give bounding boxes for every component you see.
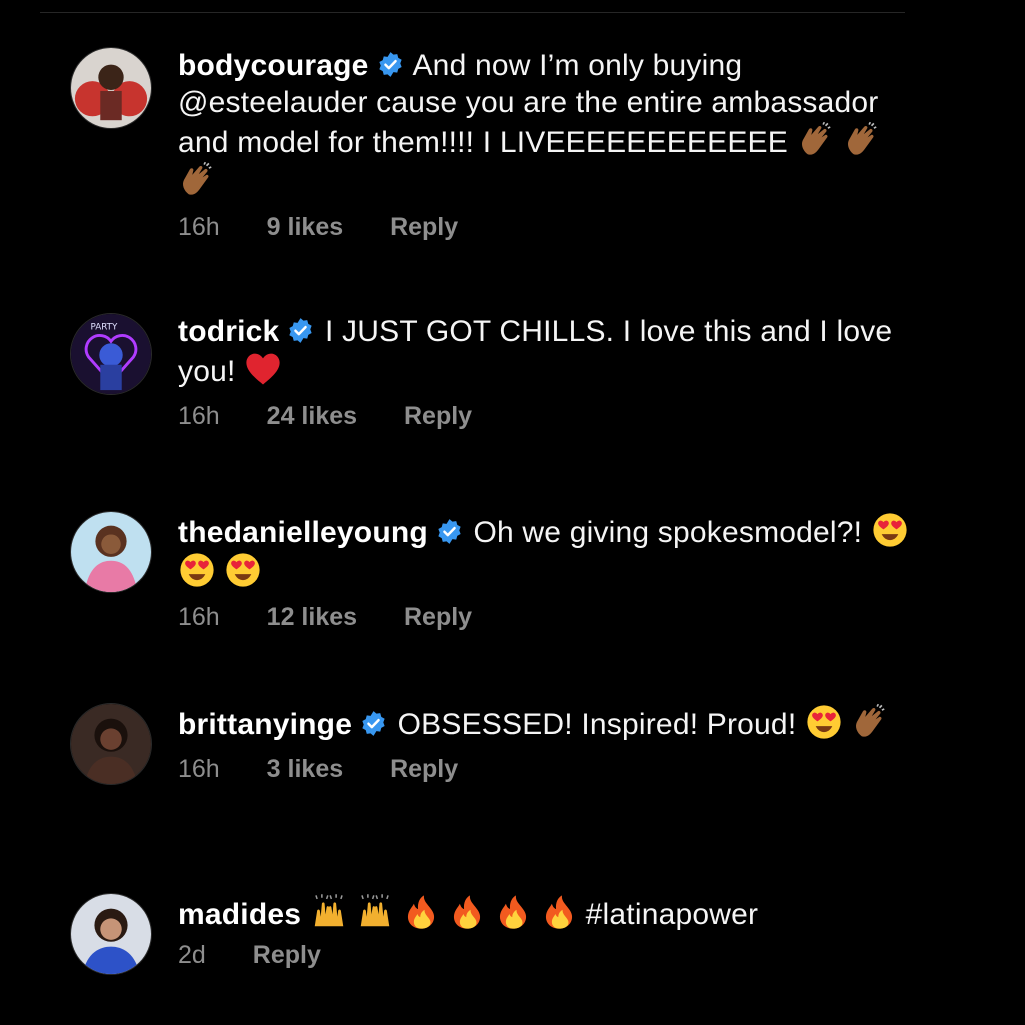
- comment-time: 16h: [178, 213, 220, 241]
- username[interactable]: madides: [178, 898, 301, 931]
- comment-text: I JUST GOT CHILLS. I love this and I lov…: [178, 315, 893, 388]
- clapping-hands-icon: [178, 161, 216, 199]
- avatar[interactable]: [70, 703, 152, 785]
- fire-icon: [402, 893, 440, 931]
- heart-eyes-icon: [805, 703, 843, 741]
- username[interactable]: bodycourage: [178, 49, 369, 82]
- heart-eyes-icon: [871, 511, 909, 549]
- raising-hands-icon: [310, 893, 348, 931]
- raising-hands-icon: [356, 893, 394, 931]
- verified-badge-icon: [377, 50, 404, 77]
- comment-text: OBSESSED! Inspired! Proud!: [397, 708, 797, 741]
- avatar[interactable]: [70, 47, 152, 129]
- clapping-hands-icon: [843, 121, 881, 159]
- svg-text:PARTY: PARTY: [91, 323, 119, 333]
- comment-time: 16h: [178, 755, 220, 783]
- likes-count[interactable]: 12 likes: [267, 603, 357, 632]
- comment-time: 16h: [178, 603, 220, 631]
- clapping-hands-icon: [797, 121, 835, 159]
- likes-count[interactable]: 9 likes: [267, 213, 343, 242]
- hashtag-link[interactable]: #latinapower: [586, 898, 759, 931]
- heart-eyes-icon: [224, 551, 262, 589]
- comment-text: Oh we giving spokesmodel?!: [473, 516, 863, 549]
- avatar[interactable]: [70, 893, 152, 975]
- likes-count[interactable]: 24 likes: [267, 402, 357, 431]
- fire-icon: [494, 893, 532, 931]
- reply-button[interactable]: Reply: [404, 402, 472, 431]
- verified-badge-icon: [287, 316, 314, 343]
- reply-button[interactable]: Reply: [390, 755, 458, 784]
- comment-time: 16h: [178, 402, 220, 430]
- username[interactable]: brittanyinge: [178, 708, 352, 741]
- likes-count[interactable]: 3 likes: [267, 755, 343, 784]
- reply-button[interactable]: Reply: [253, 941, 321, 970]
- reply-button[interactable]: Reply: [404, 603, 472, 632]
- fire-icon: [540, 893, 578, 931]
- verified-badge-icon: [360, 709, 387, 736]
- reply-button[interactable]: Reply: [390, 213, 458, 242]
- username[interactable]: todrick: [178, 315, 279, 348]
- verified-badge-icon: [436, 517, 463, 544]
- comment-time: 2d: [178, 941, 206, 969]
- avatar[interactable]: PARTY: [70, 313, 152, 395]
- avatar[interactable]: [70, 511, 152, 593]
- top-divider: [40, 12, 905, 13]
- fire-icon: [448, 893, 486, 931]
- heart-eyes-icon: [178, 551, 216, 589]
- red-heart-icon: [244, 350, 282, 388]
- clapping-hands-icon: [851, 703, 889, 741]
- username[interactable]: thedanielleyoung: [178, 516, 428, 549]
